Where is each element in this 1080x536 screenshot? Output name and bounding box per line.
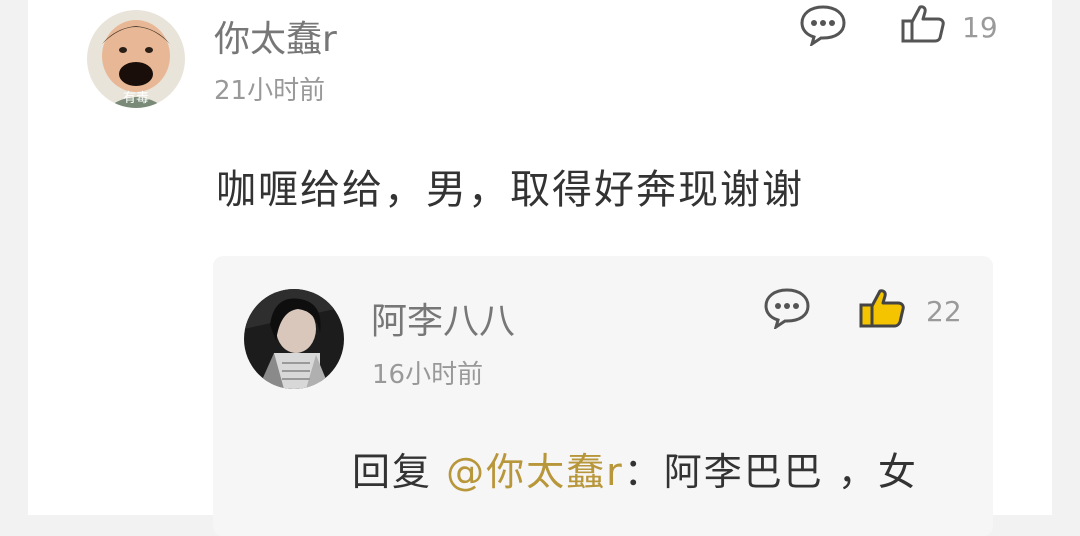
reply-text-line: 回复 @你太蠢r：阿李巴巴 ，女 xyxy=(352,441,918,496)
reply-separator: ： xyxy=(623,450,664,494)
reply-text: 阿李巴巴 ，女 xyxy=(663,450,918,494)
reply-mention-link[interactable]: @你太蠢r xyxy=(446,450,624,494)
comment-time: 21小时前 xyxy=(214,76,326,106)
replier-name[interactable]: 阿李八八 xyxy=(371,292,515,344)
replier-avatar[interactable] xyxy=(244,289,344,389)
like-count: 19 xyxy=(962,11,998,44)
reply-prefix: 回复 xyxy=(352,450,433,494)
reply-like-count: 22 xyxy=(926,295,962,328)
comment-text: 咖喱给给，男，取得好奔现谢谢 xyxy=(216,167,804,213)
speech-bubble-icon[interactable] xyxy=(763,287,811,329)
thumbs-up-icon[interactable] xyxy=(858,287,908,329)
avatar-badge-label: 有毒 xyxy=(123,91,149,106)
reply-time: 16小时前 xyxy=(372,360,484,390)
thumbs-up-icon[interactable] xyxy=(900,3,946,45)
speech-bubble-icon[interactable] xyxy=(799,4,847,46)
commenter-name[interactable]: 你太蠢r xyxy=(214,10,337,62)
commenter-avatar[interactable]: 有毒 xyxy=(87,10,185,108)
